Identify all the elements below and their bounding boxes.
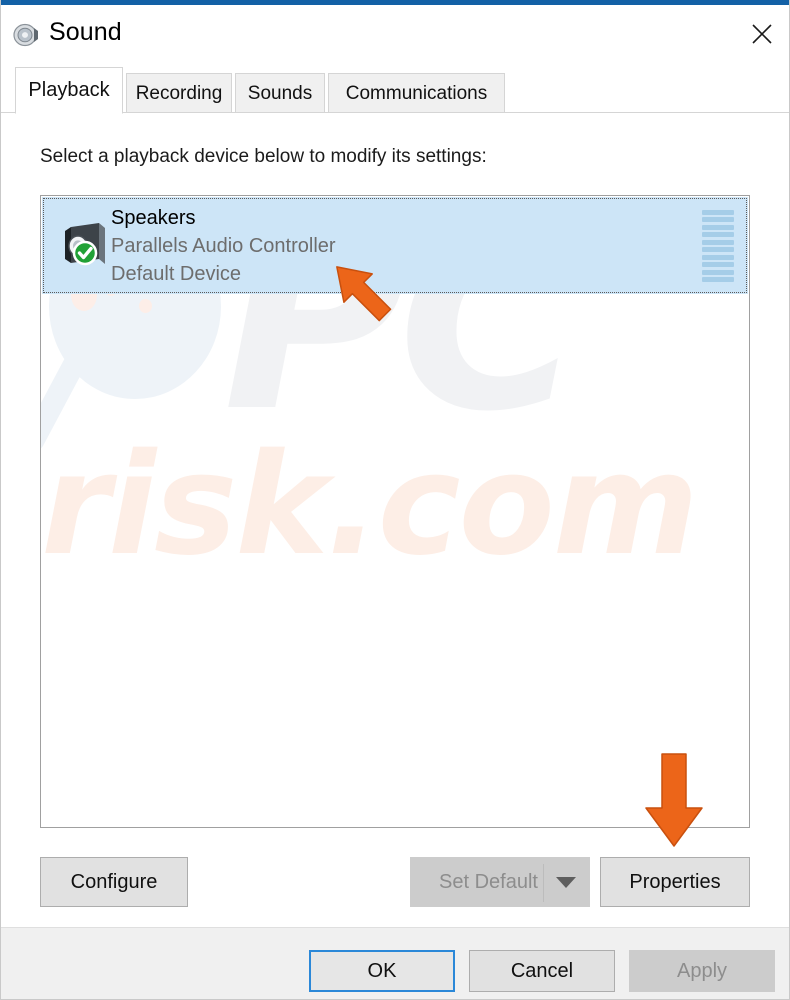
apply-button-label: Apply: [676, 959, 728, 982]
properties-button[interactable]: Properties: [600, 857, 750, 907]
configure-button[interactable]: Configure: [40, 857, 188, 907]
dialog-footer: OK Cancel Apply: [1, 927, 789, 999]
window-title: Sound: [49, 18, 122, 46]
volume-meter: [702, 210, 734, 282]
volume-meter-bar: [702, 217, 734, 223]
apply-button[interactable]: Apply: [629, 950, 775, 992]
volume-meter-bar: [702, 269, 734, 275]
watermark-secondary-text: risk.com: [41, 424, 699, 587]
tab-recording-label: Recording: [135, 82, 223, 104]
ok-button-label: OK: [367, 959, 397, 982]
cancel-button-label: Cancel: [510, 959, 574, 982]
speaker-icon: [12, 21, 40, 49]
watermark-lens-handle: [41, 347, 91, 453]
set-default-button-label: Set Default: [439, 870, 538, 893]
playback-device-list[interactable]: PC risk.com Speakers Parallels Audio Con…: [40, 195, 750, 828]
device-name: Speakers: [111, 207, 196, 229]
tab-sounds-label: Sounds: [247, 82, 313, 104]
ok-button[interactable]: OK: [309, 950, 455, 992]
set-default-button[interactable]: Set Default: [410, 857, 590, 907]
chevron-down-icon[interactable]: [556, 877, 576, 888]
tab-recording[interactable]: Recording: [126, 73, 232, 113]
volume-meter-bar: [702, 276, 734, 282]
title-bar: Sound: [1, 5, 789, 63]
tab-communications[interactable]: Communications: [328, 73, 505, 113]
split-button-divider: [543, 864, 544, 902]
configure-button-label: Configure: [70, 870, 158, 893]
tab-playback[interactable]: Playback: [15, 67, 123, 114]
cancel-button[interactable]: Cancel: [469, 950, 615, 992]
device-status: Default Device: [111, 263, 242, 285]
device-description: Parallels Audio Controller: [111, 235, 336, 257]
playback-panel: Select a playback device below to modify…: [1, 112, 789, 928]
volume-meter-bar: [702, 254, 734, 260]
volume-meter-bar: [702, 247, 734, 253]
sound-dialog: Sound Playback Recording Sounds Communic…: [0, 0, 790, 1000]
volume-meter-bar: [702, 232, 734, 238]
watermark-lens-dot: [139, 299, 152, 313]
tab-sounds[interactable]: Sounds: [235, 73, 325, 113]
volume-meter-bar: [702, 224, 734, 230]
close-icon[interactable]: [733, 5, 789, 63]
volume-meter-bar: [702, 239, 734, 245]
volume-meter-bar: [702, 262, 734, 268]
instruction-text: Select a playback device below to modify…: [40, 146, 487, 167]
tab-strip: Playback Recording Sounds Communications: [1, 63, 789, 114]
speaker-device-icon: [59, 219, 113, 277]
tab-communications-label: Communications: [345, 82, 488, 104]
volume-meter-bar: [702, 210, 734, 215]
properties-button-label: Properties: [629, 870, 721, 893]
tab-playback-label: Playback: [28, 79, 110, 101]
list-item[interactable]: Speakers Parallels Audio Controller Defa…: [42, 197, 748, 294]
